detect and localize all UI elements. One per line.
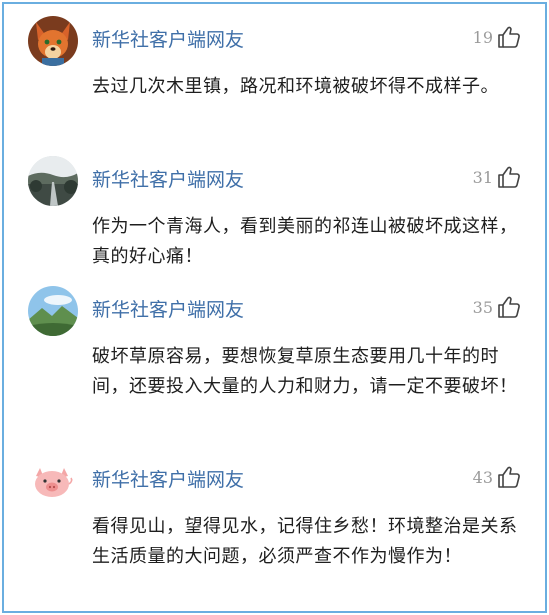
- comment-text: 看得见山，望得见水，记得住乡愁！环境整治是关系生活质量的大问题，必须严查不作为慢…: [92, 516, 518, 567]
- fox-avatar-icon[interactable]: [28, 16, 78, 66]
- thumbs-up-icon[interactable]: [497, 296, 521, 318]
- road-landscape-avatar-icon[interactable]: [28, 156, 78, 206]
- comment-username[interactable]: 新华社客户端网友: [92, 25, 244, 52]
- like-count: 43: [472, 467, 493, 487]
- like-button[interactable]: 43: [473, 464, 521, 490]
- like-count: 35: [472, 297, 493, 317]
- comment-text: 去过几次木里镇，路况和环境被破坏得不成样子。: [92, 76, 499, 97]
- comment-username[interactable]: 新华社客户端网友: [92, 295, 244, 322]
- thumbs-up-icon[interactable]: [497, 26, 521, 48]
- thumbs-up-icon[interactable]: [497, 166, 521, 188]
- mountain-sky-avatar-icon[interactable]: [28, 286, 78, 336]
- like-button[interactable]: 31: [473, 164, 521, 190]
- like-button[interactable]: 35: [473, 294, 521, 320]
- comment-list: 新华社客户端网友 19 去过几次木里镇，路况和环境被破坏得不成样子。 新华社客户…: [2, 2, 547, 613]
- like-button[interactable]: 19: [473, 24, 521, 50]
- comment-username[interactable]: 新华社客户端网友: [92, 165, 244, 192]
- comment-text: 破坏草原容易，要想恢复草原生态要用几十年的时间，还要投入大量的人力和财力，请一定…: [92, 346, 518, 397]
- pig-avatar-icon[interactable]: [28, 456, 78, 506]
- thumbs-up-icon[interactable]: [497, 466, 521, 488]
- comment-text: 作为一个青海人，看到美丽的祁连山被破坏成这样，真的好心痛！: [92, 216, 518, 267]
- like-count: 19: [472, 27, 493, 47]
- comment-username[interactable]: 新华社客户端网友: [92, 465, 244, 492]
- like-count: 31: [472, 167, 493, 187]
